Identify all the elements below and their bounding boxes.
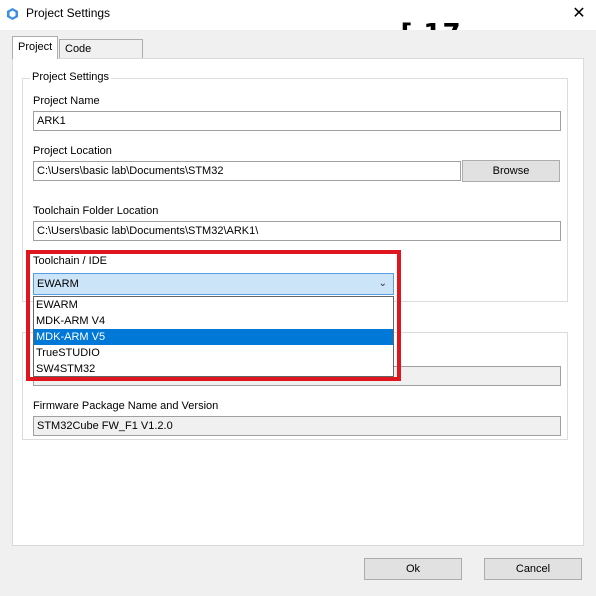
project-location-label: Project Location — [33, 145, 112, 157]
firmware-package-field: STM32Cube FW_F1 V1.2.0 — [33, 416, 561, 436]
project-name-label: Project Name — [33, 95, 100, 107]
project-location-input[interactable]: C:\Users\basic lab\Documents\STM32 — [33, 161, 461, 181]
chevron-down-icon[interactable]: ⌄ — [379, 274, 387, 294]
project-name-input[interactable]: ARK1 — [33, 111, 561, 131]
project-settings-group-label: Project Settings — [30, 71, 112, 83]
window-title: Project Settings — [26, 6, 111, 20]
firmware-package-label: Firmware Package Name and Version — [33, 400, 219, 412]
toolchain-folder-label: Toolchain Folder Location — [33, 205, 159, 217]
toolchain-ide-dropdown-list: EWARM MDK-ARM V4 MDK-ARM V5 TrueSTUDIO S… — [33, 296, 394, 377]
dropdown-option-ewarm[interactable]: EWARM — [34, 297, 393, 313]
cancel-button[interactable]: Cancel — [484, 558, 582, 580]
toolchain-ide-select[interactable]: EWARM ⌄ — [33, 273, 394, 295]
toolchain-folder-input[interactable]: C:\Users\basic lab\Documents\STM32\ARK1\ — [33, 221, 561, 241]
title-bar: Project Settings ✕ — [0, 0, 596, 30]
dropdown-option-mdk-arm-v4[interactable]: MDK-ARM V4 — [34, 313, 393, 329]
tab-project[interactable]: Project — [12, 36, 59, 59]
ok-button[interactable]: Ok — [364, 558, 462, 580]
cube-icon — [7, 8, 18, 20]
tab-code-generator[interactable]: Code Generator — [59, 39, 143, 73]
dropdown-option-sw4stm32[interactable]: SW4STM32 — [34, 361, 393, 377]
dropdown-option-truestudio[interactable]: TrueSTUDIO — [34, 345, 393, 361]
browse-button[interactable]: Browse — [462, 160, 560, 182]
toolchain-ide-label: Toolchain / IDE — [33, 255, 107, 267]
close-icon[interactable]: ✕ — [568, 4, 590, 24]
toolchain-ide-selected-value: EWARM — [37, 278, 79, 290]
dropdown-option-mdk-arm-v5[interactable]: MDK-ARM V5 — [34, 329, 393, 345]
